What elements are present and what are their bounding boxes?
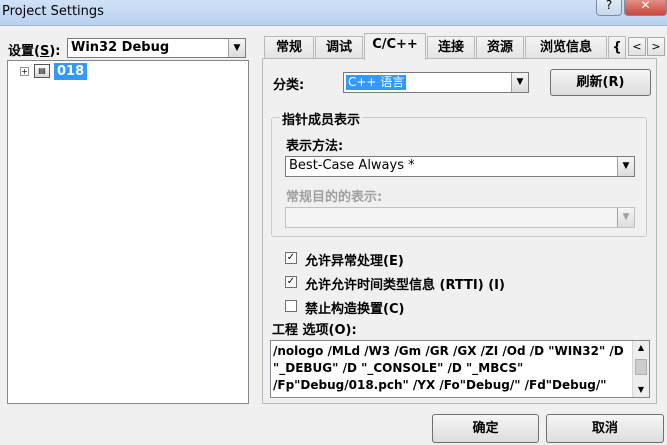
ok-button[interactable]: 确定 [432,414,539,443]
tab-partial[interactable]: { [608,36,626,59]
general-purpose-combo: ▼ [285,207,635,228]
tab-link[interactable]: 连接 [427,36,475,59]
tab-cpp[interactable]: C/C++ [364,33,426,60]
project-options-textarea[interactable]: /nologo /MLd /W3 /Gm /GR /GX /ZI /Od /D … [270,340,650,398]
method-label: 表示方法: [286,139,344,154]
settings-combo[interactable]: Win32 Debug ▼ [67,38,246,58]
project-options-text[interactable]: /nologo /MLd /W3 /Gm /GR /GX /ZI /Od /D … [273,343,631,397]
checkbox[interactable] [285,300,297,312]
chevron-down-icon[interactable]: ▼ [511,73,528,92]
tab-resources[interactable]: 资源 [476,36,524,59]
chevron-down-icon[interactable]: ▼ [617,157,634,176]
check-label: 允许允许时间类型信息 (RTTI) (I) [305,278,505,293]
tab-browse-info[interactable]: 浏览信息 [525,36,607,59]
help-button[interactable]: ? [596,0,622,16]
cancel-button[interactable]: 取消 [546,414,664,443]
tab-debug[interactable]: 调试 [315,36,363,59]
settings-label: 设置(S): [8,44,61,59]
chevron-down-icon: ▼ [617,208,634,227]
close-button[interactable]: ✕ [624,0,667,16]
group-title: 指针成员表示 [280,109,363,128]
scroll-up-icon[interactable]: ▲ [633,341,649,355]
settings-value: Win32 Debug [71,40,170,55]
checkbox[interactable]: ✓ [285,252,297,264]
category-value: C++ 语言 [346,75,407,90]
reset-button[interactable]: 刷新(R) [550,69,651,96]
method-combo[interactable]: Best-Case Always * ▼ [285,156,635,177]
tab-scroll-right-icon[interactable]: > [647,37,665,56]
scroll-thumb[interactable] [635,359,647,375]
tab-general[interactable]: 常规 [264,36,314,59]
project-icon: ▤ [34,64,50,78]
category-combo[interactable]: C++ 语言 ▼ [343,72,529,93]
method-value: Best-Case Always * [289,158,415,173]
project-tree[interactable]: + ▤ 018 [7,60,249,404]
check-label: 禁止构造换置(C) [305,302,405,317]
tree-item-label[interactable]: 018 [54,63,88,80]
tab-scroll-left-icon[interactable]: < [628,37,646,56]
checkbox[interactable]: ✓ [285,276,297,288]
chevron-down-icon[interactable]: ▼ [228,39,245,57]
scrollbar[interactable]: ▲ ▼ [632,341,649,397]
scroll-down-icon[interactable]: ▼ [633,383,649,397]
check-label: 允许异常处理(E) [305,254,404,269]
project-options-label: 工程 选项(O): [272,323,357,338]
category-label: 分类: [273,78,305,93]
tab-bar: 常规 调试 C/C++ 连接 资源 浏览信息 { < > [262,33,667,60]
window-title: Project Settings [2,4,104,19]
general-purpose-label: 常规目的的表示: [286,190,383,205]
expand-icon[interactable]: + [20,67,29,76]
title-bar: Project Settings ? ✕ [0,0,667,26]
